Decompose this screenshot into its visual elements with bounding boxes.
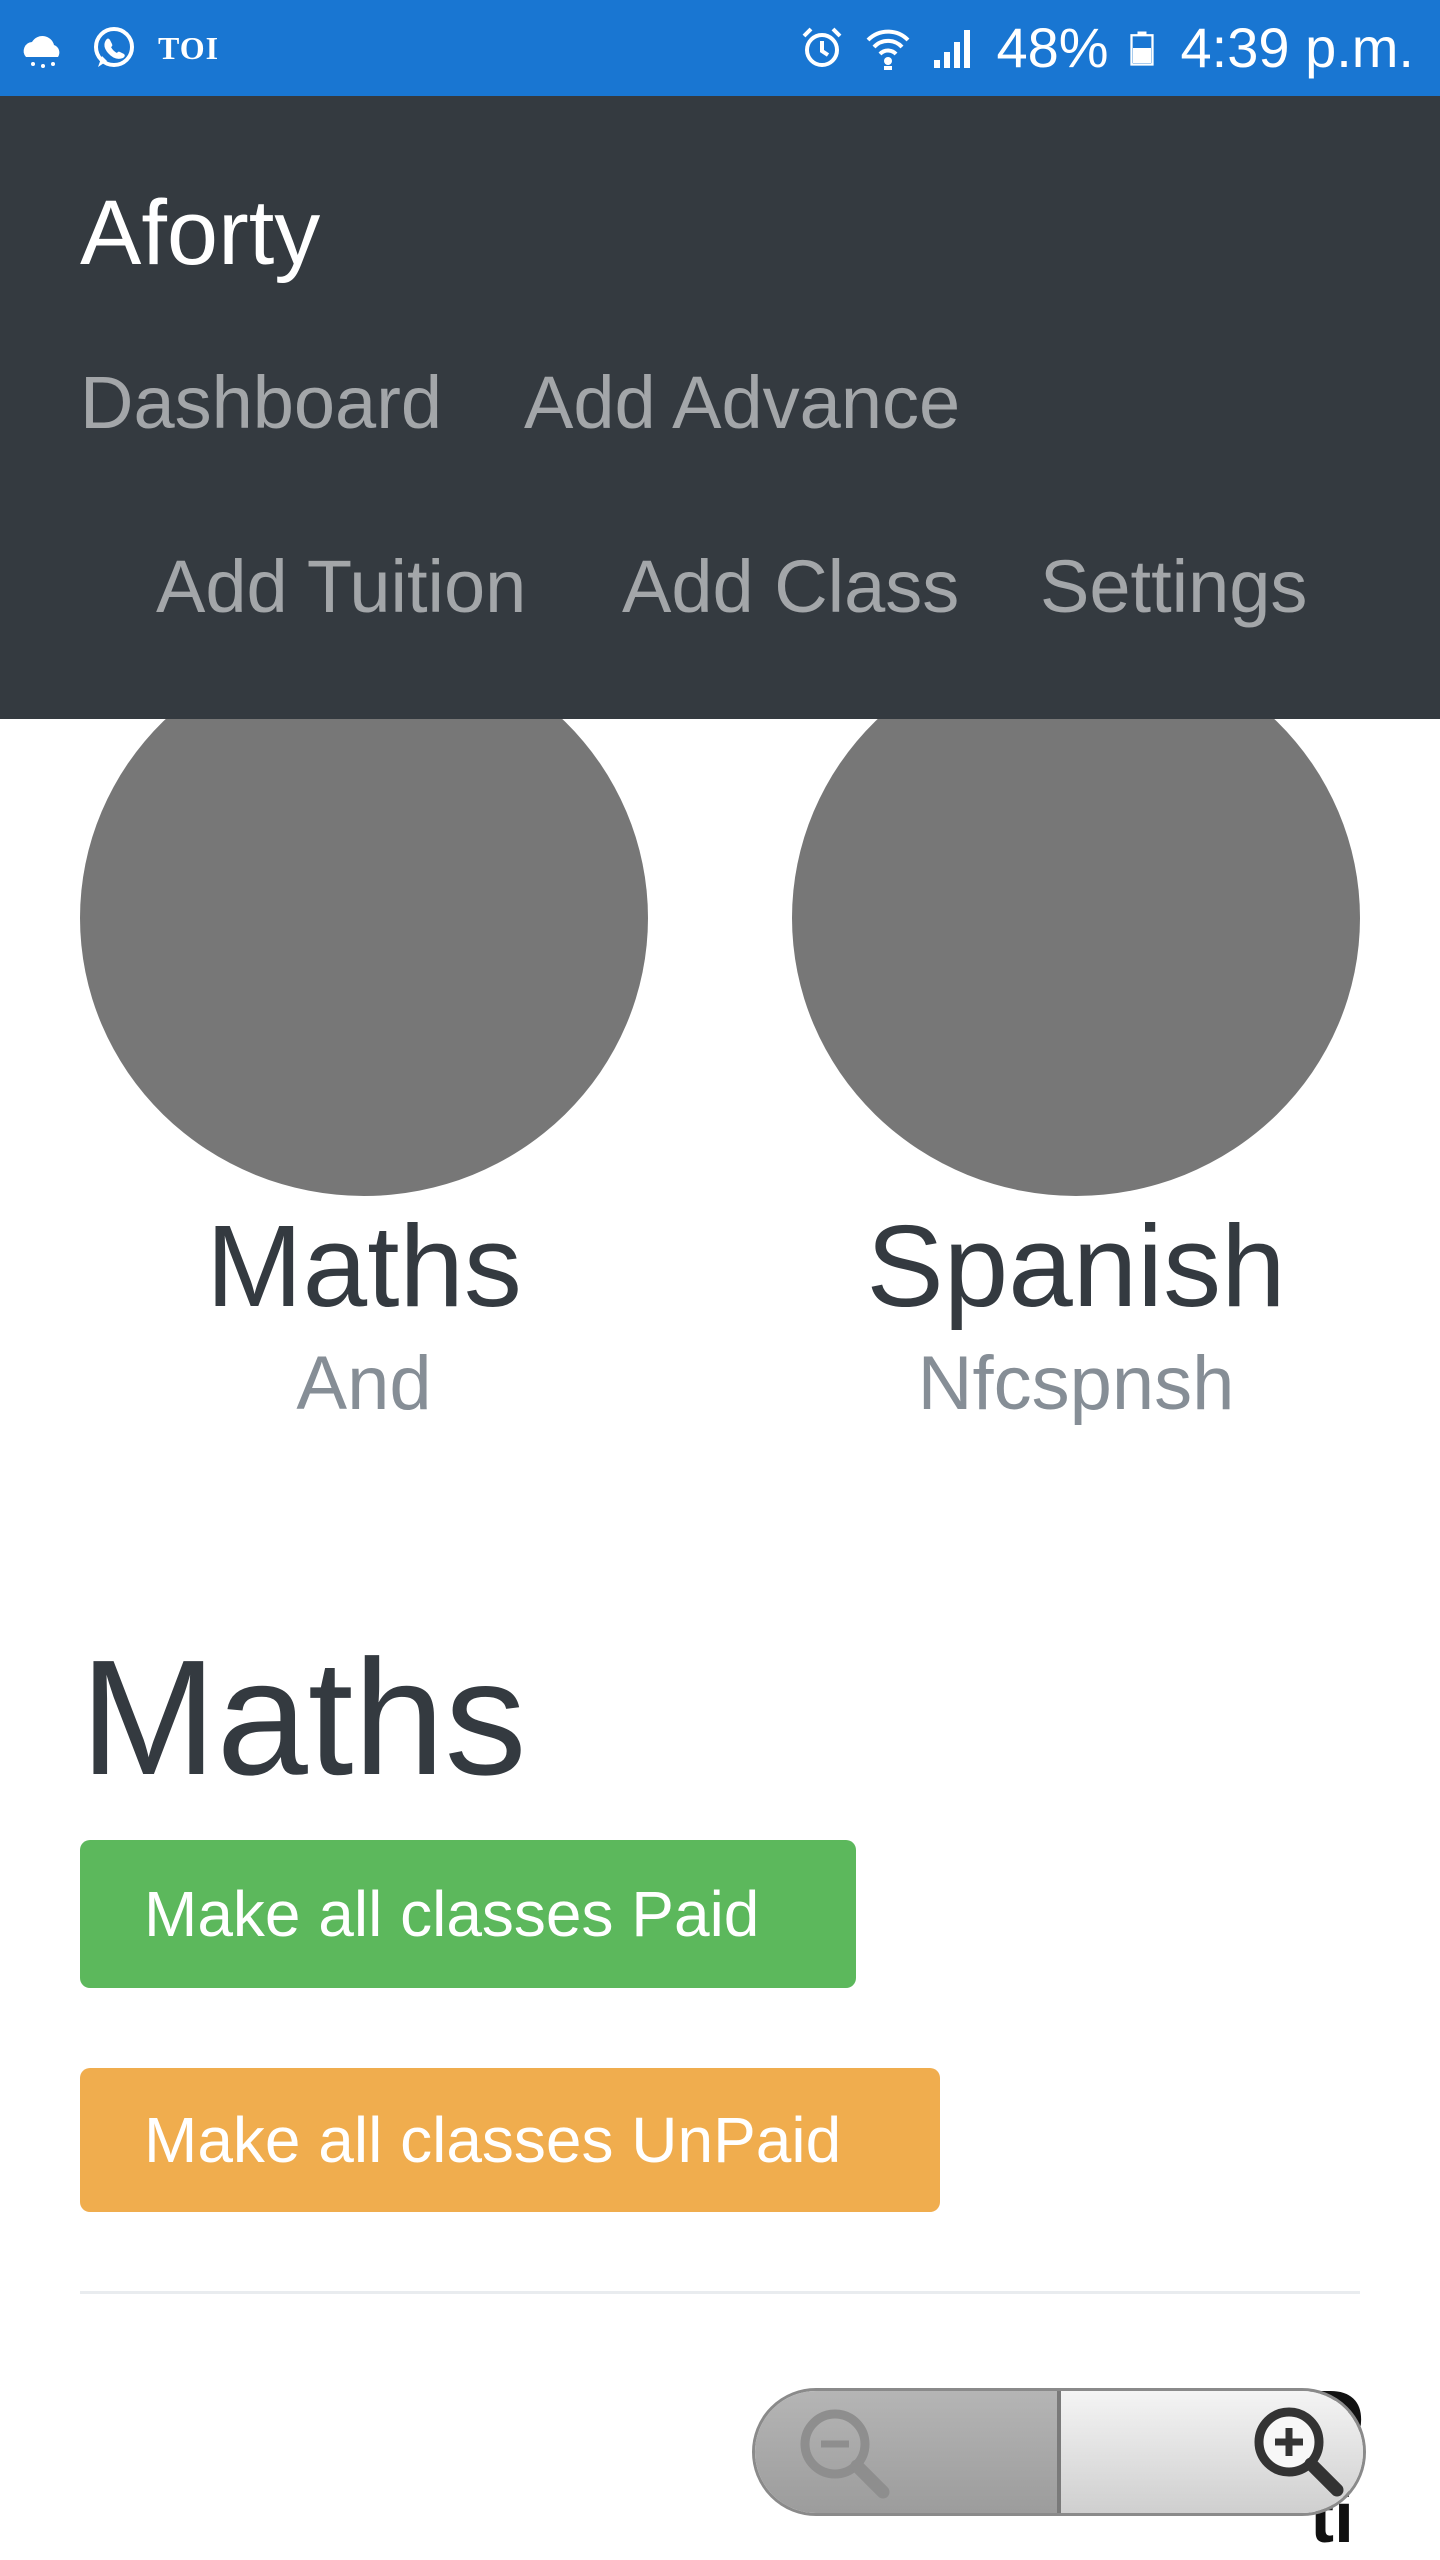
make-all-paid-button[interactable]: Make all classes Paid (80, 1840, 856, 1988)
battery-icon (1129, 31, 1154, 66)
nav-link-settings[interactable]: Settings (1040, 542, 1307, 632)
class-card-maths[interactable]: Maths And (80, 640, 648, 1432)
weather-icon (23, 36, 60, 68)
class-card-title: Maths (206, 1201, 522, 1331)
section-title: Maths (80, 1626, 527, 1809)
brand-link[interactable]: Aforty (80, 178, 320, 288)
battery-percent: 48% (996, 16, 1109, 79)
class-avatar[interactable] (80, 640, 648, 1196)
class-card-spanish[interactable]: Spanish Nfcspnsh (792, 640, 1360, 1432)
zoom-in-button[interactable] (1061, 2391, 1363, 2513)
class-avatar[interactable] (792, 640, 1360, 1196)
zoom-in-icon (1254, 2407, 1344, 2497)
make-all-unpaid-button[interactable]: Make all classes UnPaid (80, 2068, 940, 2212)
section-divider (80, 2291, 1360, 2294)
clock: 4:39 p.m. (1180, 16, 1414, 79)
signal-icon (934, 30, 971, 68)
zoom-control (752, 2388, 1366, 2516)
class-card-title: Spanish (866, 1201, 1286, 1331)
zoom-out-button[interactable] (755, 2391, 1061, 2513)
alarm-icon (803, 27, 842, 67)
nav-link-add-advance[interactable]: Add Advance (524, 358, 960, 448)
whatsapp-icon (94, 27, 134, 67)
zoom-out-icon (800, 2409, 890, 2499)
nav-link-add-tuition[interactable]: Add Tuition (156, 542, 526, 632)
class-card-subtitle: And (296, 1341, 432, 1426)
wifi-icon (867, 29, 910, 70)
toi-label: TOI (158, 29, 220, 66)
navbar: Aforty Dashboard Add Advance Add Tuition… (0, 96, 1440, 719)
status-left-group: TOI (18, 0, 219, 96)
nav-link-dashboard[interactable]: Dashboard (80, 358, 442, 448)
nav-link-add-class[interactable]: Add Class (622, 542, 959, 632)
class-card-subtitle: Nfcspnsh (917, 1341, 1235, 1426)
status-right-group: 48% 4:39 p.m. (798, 0, 1414, 96)
status-bar: TOI 48% 4:39 p.m. (0, 0, 1440, 96)
